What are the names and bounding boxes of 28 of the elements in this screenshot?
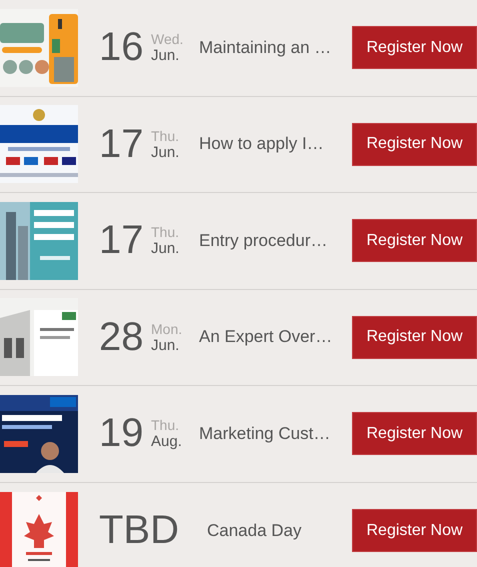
register-button[interactable]: Register Now xyxy=(352,412,477,456)
event-title: Marketing Cust… xyxy=(199,424,332,444)
event-title: An Expert Over… xyxy=(199,327,334,348)
event-weekday: Thu. xyxy=(151,417,180,434)
event-title: Entry procedur… xyxy=(199,230,328,251)
event-day: 28 xyxy=(99,314,149,360)
event-month: Jun. xyxy=(151,240,180,258)
event-title: Canada Day xyxy=(207,520,303,541)
event-day: TBD xyxy=(99,508,179,554)
register-button[interactable]: Register Now xyxy=(352,26,477,70)
event-day: 19 xyxy=(99,411,149,456)
register-button[interactable]: Register Now xyxy=(352,316,477,359)
event-title: Maintaining an … xyxy=(199,38,332,58)
event-weekday: Wed. xyxy=(151,31,184,48)
event-month: Jun. xyxy=(151,336,180,354)
event-day: 17 xyxy=(99,122,149,167)
event-day: 16 xyxy=(99,25,149,70)
event-month: Aug. xyxy=(151,433,183,450)
event-day: 17 xyxy=(99,218,149,264)
event-month: Jun. xyxy=(151,144,180,161)
event-month: Jun. xyxy=(151,47,180,64)
register-button[interactable]: Register Now xyxy=(352,219,477,262)
event-weekday: Mon. xyxy=(151,320,184,337)
register-button[interactable]: Register Now xyxy=(352,509,477,552)
event-weekday: Thu. xyxy=(151,128,180,144)
register-button[interactable]: Register Now xyxy=(352,122,477,166)
event-weekday: Thu. xyxy=(151,224,180,240)
event-title: How to apply I… xyxy=(199,134,325,154)
